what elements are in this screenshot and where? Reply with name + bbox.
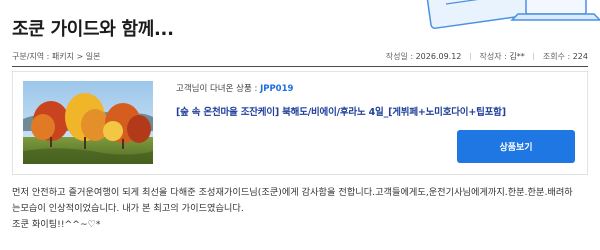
product-code: JPP019 xyxy=(260,84,294,94)
breadcrumb: 구분/지역 : 패키지 > 일본 xyxy=(12,52,101,61)
product-name-link[interactable]: [숲 속 온천마을 조잔케이] 북해도/비에이/후라노 4일_[게뷔페+노미호다… xyxy=(176,104,506,118)
stats-divider xyxy=(533,53,535,60)
product-code-line: 고객님이 다녀온 상품 : JPP019 xyxy=(176,82,506,94)
header-divider xyxy=(12,66,588,67)
product-thumbnail[interactable] xyxy=(23,81,153,164)
review-line: 는모습이 인상적이었습니다. 내가 본 최고의 가이드였습니다. xyxy=(12,203,244,214)
laptop-illustration xyxy=(424,0,600,29)
review-line: 먼저 안전하고 즐거운여행이 되게 최선을 다해준 조성재가이드님(조쿤)에게 … xyxy=(12,187,573,198)
author-label: 작성자 : xyxy=(479,52,507,61)
product-info: 고객님이 다녀온 상품 : JPP019 [숲 속 온천마을 조잔케이] 북해도… xyxy=(176,82,506,118)
stats-divider xyxy=(469,53,471,60)
date-label: 작성일 : xyxy=(385,52,414,61)
post-stats: 작성일 : 2026.09.12 작성자 : 김** 조회수 : 224 xyxy=(386,51,588,62)
page-title: 조쿤 가이드와 함께... xyxy=(12,19,174,40)
post-meta: 구분/지역 : 패키지 > 일본 작성일 : 2026.09.12 작성자 : … xyxy=(12,48,588,64)
product-code-label: 고객님이 다녀온 상품 : xyxy=(176,84,261,94)
review-body: 먼저 안전하고 즐거운여행이 되게 최선을 다해준 조성재가이드님(조쿤)에게 … xyxy=(12,185,590,233)
view-product-button[interactable]: 상품보기 xyxy=(457,130,575,163)
product-card: 고객님이 다녀온 상품 : JPP019 [숲 속 온천마을 조잔케이] 북해도… xyxy=(12,71,588,175)
views-label: 조회수 : xyxy=(542,52,571,61)
date-value: 2026.09.12 xyxy=(415,52,462,61)
views-value: 224 xyxy=(572,52,588,61)
author-value: 김** xyxy=(509,52,525,61)
review-line: 조쿤 화이팅!!^^~♡* xyxy=(12,219,101,230)
